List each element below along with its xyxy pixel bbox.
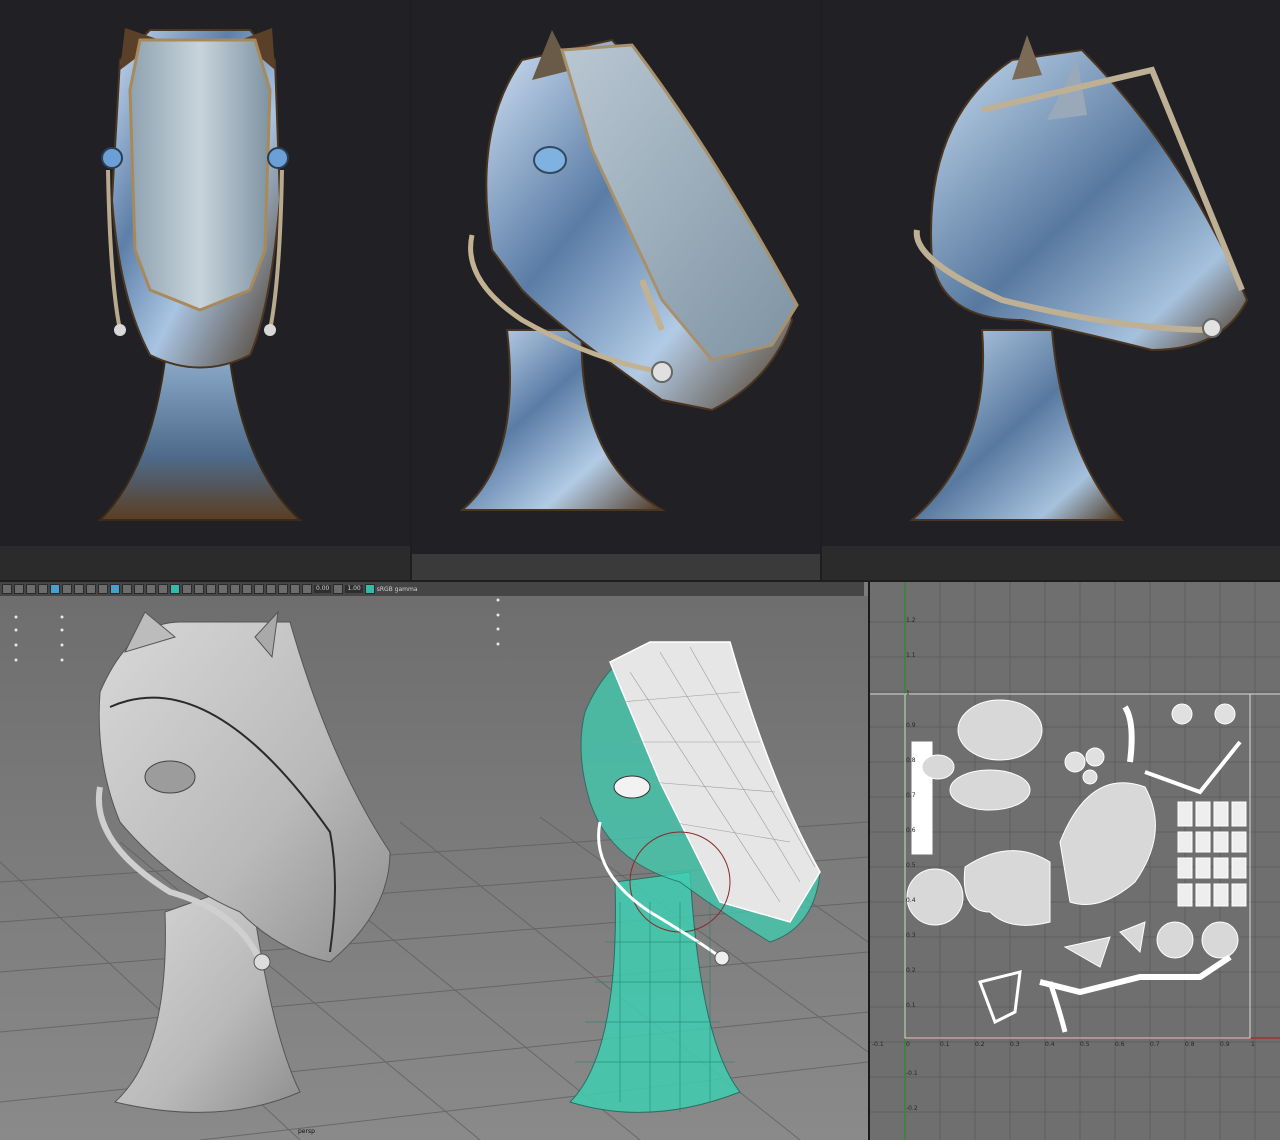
viewport-3d[interactable]: 0.00 1.00 sRGB gamma persp: [0, 582, 868, 1140]
svg-text:1.1: 1.1: [906, 652, 916, 659]
horse-head-render-side: [909, 35, 1249, 521]
svg-text:0.7: 0.7: [906, 792, 916, 799]
svg-text:0.8: 0.8: [906, 757, 916, 764]
svg-text:0.2: 0.2: [975, 1041, 985, 1048]
svg-text:-0.1: -0.1: [906, 1070, 918, 1077]
render-view-side: [822, 0, 1280, 580]
svg-text:0.9: 0.9: [1220, 1041, 1230, 1048]
svg-text:0.3: 0.3: [906, 932, 916, 939]
svg-text:0.5: 0.5: [1080, 1041, 1090, 1048]
svg-text:0.7: 0.7: [1150, 1041, 1160, 1048]
render-view-three-quarter: [412, 0, 820, 580]
uv-shells[interactable]: [906, 699, 1247, 1033]
camera-label: persp: [298, 1128, 315, 1135]
svg-text:-0.1: -0.1: [872, 1041, 884, 1048]
render-view-front: [0, 0, 410, 580]
svg-text:0.4: 0.4: [1045, 1041, 1055, 1048]
svg-text:0.2: 0.2: [906, 967, 916, 974]
svg-text:0.9: 0.9: [906, 722, 916, 729]
svg-text:0.6: 0.6: [1115, 1041, 1125, 1048]
svg-text:0: 0: [906, 1041, 910, 1048]
svg-text:0.6: 0.6: [906, 827, 916, 834]
horse-head-render-three-quarter: [459, 30, 799, 511]
svg-text:1.2: 1.2: [906, 617, 916, 624]
svg-text:0.3: 0.3: [1010, 1041, 1020, 1048]
panel-divider[interactable]: [868, 582, 870, 1140]
svg-text:1: 1: [906, 690, 910, 697]
svg-text:1: 1: [1251, 1041, 1255, 1048]
viewport-scene: [0, 596, 868, 1140]
uv-canvas: 1.2 1.1 1 0.9 0.8 0.7 0.6 0.5 0.4 0.3 0.…: [870, 582, 1280, 1140]
svg-text:0.1: 0.1: [906, 1002, 916, 1009]
svg-text:0.4: 0.4: [906, 897, 916, 904]
horse-head-render-front: [97, 28, 303, 521]
svg-text:-0.2: -0.2: [906, 1105, 918, 1112]
svg-text:0.1: 0.1: [940, 1041, 950, 1048]
svg-text:0.5: 0.5: [906, 862, 916, 869]
uv-editor[interactable]: 1.2 1.1 1 0.9 0.8 0.7 0.6 0.5 0.4 0.3 0.…: [870, 582, 1280, 1140]
svg-text:0.8: 0.8: [1185, 1041, 1195, 1048]
